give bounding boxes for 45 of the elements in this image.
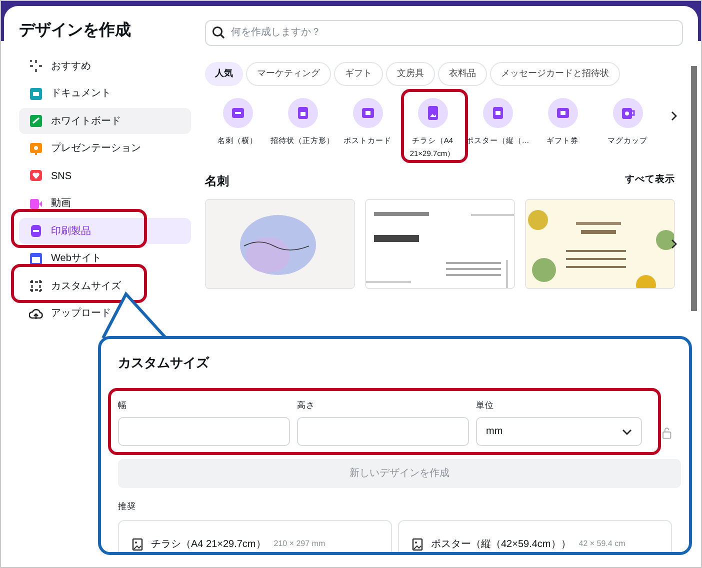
section-label: 推奨 (118, 501, 137, 512)
sidebar-item[interactable]: カスタムサイズ (19, 273, 191, 299)
see-all-link[interactable]: すべて表示 (625, 173, 675, 188)
chevron-right-icon[interactable] (671, 238, 677, 248)
cloud-upload-icon (29, 306, 43, 320)
sidebar-item[interactable]: アップロード (19, 300, 191, 326)
sidebar-item[interactable]: Webサイト (19, 246, 191, 272)
sidebar-item[interactable]: おすすめ (19, 53, 191, 79)
input-field[interactable] (297, 417, 469, 446)
image-icon (412, 538, 423, 550)
input-field[interactable] (118, 417, 290, 446)
sidebar-item[interactable]: ホワイトボード (19, 108, 191, 134)
category-tab[interactable]: ギフト (334, 62, 383, 86)
search-icon (212, 26, 225, 39)
design-thumbnail[interactable] (365, 198, 515, 288)
design-thumbnail[interactable] (205, 198, 355, 288)
whiteboard-icon (29, 114, 43, 128)
sidebar-item[interactable]: 印刷製品 (19, 218, 191, 244)
field-label: 幅 (118, 400, 128, 411)
sidebar-item[interactable]: 動画 (19, 190, 191, 216)
custom-size-icon (29, 279, 43, 293)
chevron-right-icon[interactable] (671, 110, 677, 120)
image-icon (132, 538, 143, 550)
sparkle-icon (29, 59, 43, 73)
search-field[interactable]: 何を作成しますか？ (205, 20, 683, 46)
category-tab[interactable]: 衣料品 (438, 62, 487, 86)
category-tab[interactable]: マーケティング (246, 62, 331, 86)
category-tab[interactable]: メッセージカードと招待状 (490, 62, 620, 86)
recommended-size-item[interactable]: ポスター（縦（42×59.4cm）） 42 × 59.4 cm (398, 520, 672, 552)
recommended-size-item[interactable]: チラシ（A4 21×29.7cm） 210 × 297 mm (118, 520, 392, 552)
section-title: 名刺 (205, 172, 229, 190)
website-icon (29, 252, 43, 266)
field-label: 高さ (297, 400, 316, 411)
scrollbar[interactable] (691, 66, 697, 311)
panel-title: カスタムサイズ (118, 354, 210, 372)
sidebar-item[interactable]: ドキュメント (19, 80, 191, 106)
category-tab[interactable]: 文房具 (386, 62, 435, 86)
dialog-title: デザインを作成 (19, 20, 132, 41)
unit-dropdown[interactable]: mm (476, 417, 642, 446)
design-thumbnail[interactable] (525, 198, 675, 288)
document-icon (29, 86, 43, 100)
field-label: 単位 (476, 400, 495, 411)
sidebar-item[interactable]: SNS (19, 163, 191, 189)
chevron-down-icon (622, 428, 632, 434)
sidebar-item[interactable]: プレゼンテーション (19, 136, 191, 162)
